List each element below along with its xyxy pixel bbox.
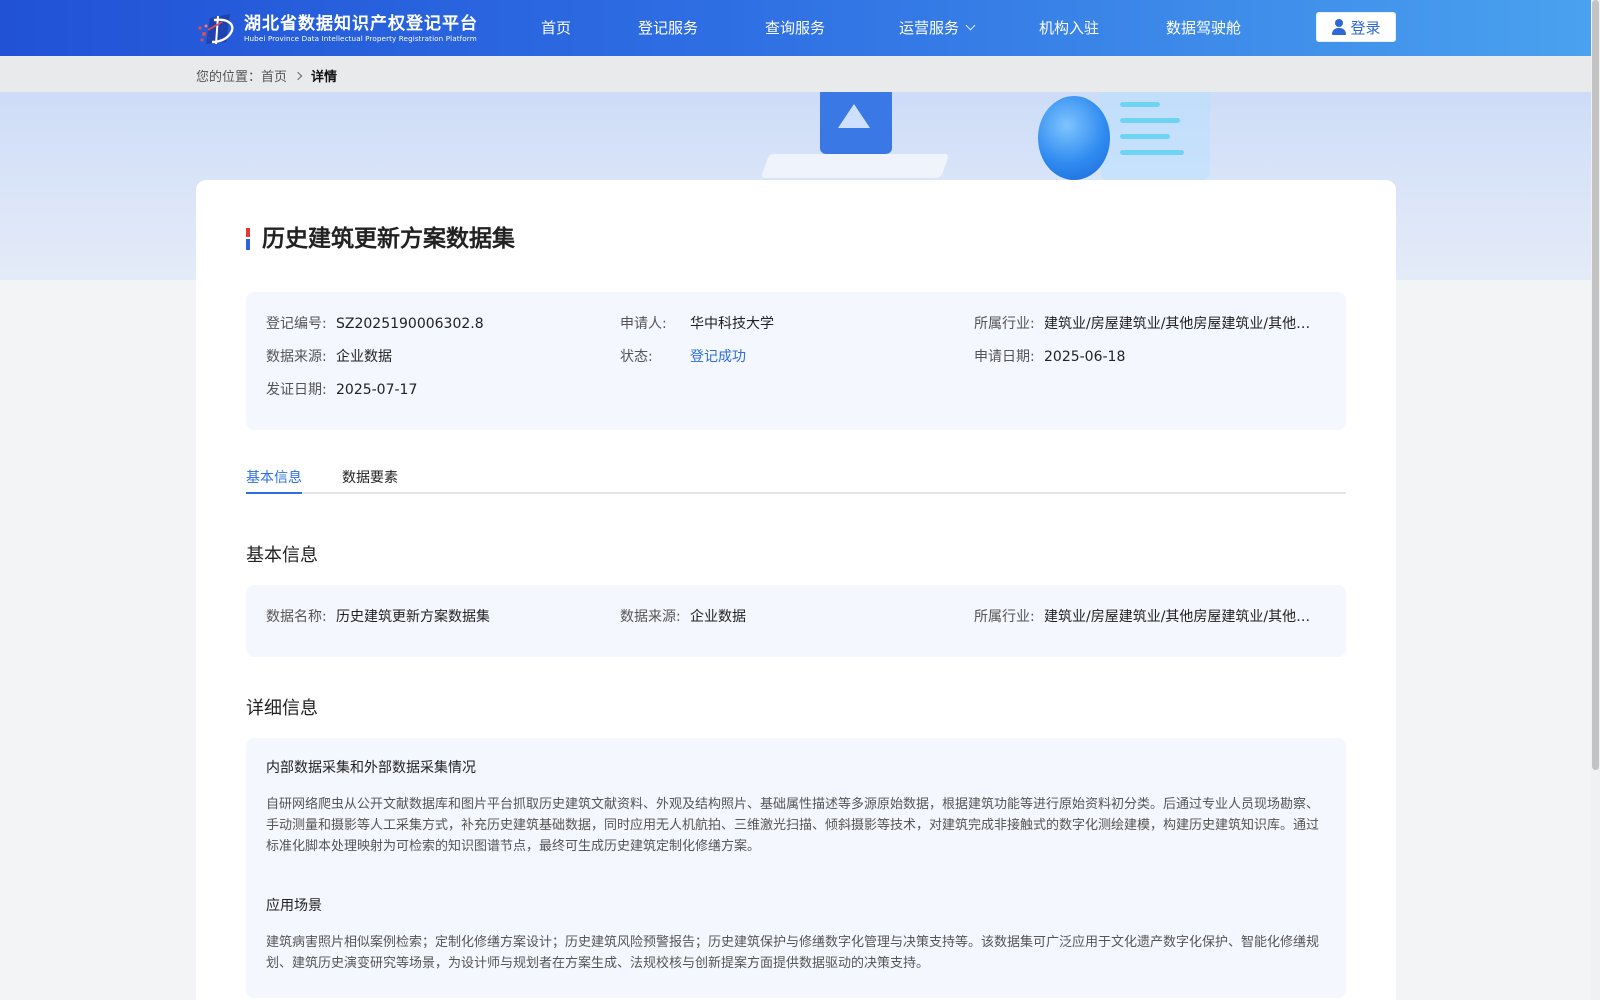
field-reg-no: 登记编号: SZ2025190006302.8 — [266, 314, 484, 334]
login-button[interactable]: 登录 — [1316, 12, 1396, 42]
field-data-source: 数据来源: 企业数据 — [620, 607, 746, 627]
field-label: 状态: — [620, 349, 653, 365]
field-value: 建筑业/房屋建筑业/其他房屋建筑业/其他… — [1044, 609, 1311, 625]
section-title-basic: 基本信息 — [246, 545, 318, 566]
banner-sphere — [1038, 96, 1110, 180]
chevron-down-icon — [965, 20, 976, 31]
field-value: 华中科技大学 — [690, 316, 774, 332]
nav-institution-entry[interactable]: 机构入驻 — [1039, 18, 1099, 38]
tab-data-elements[interactable]: 数据要素 — [342, 468, 398, 488]
banner-decoration — [1100, 92, 1210, 180]
field-label: 所属行业: — [974, 316, 1035, 332]
breadcrumb-prefix: 您的位置： — [196, 70, 262, 85]
nav-data-cockpit[interactable]: 数据驾驶舱 — [1166, 18, 1241, 38]
field-label: 数据来源: — [266, 349, 327, 365]
scrollbar-thumb[interactable] — [1592, 0, 1599, 770]
field-value: 企业数据 — [336, 349, 392, 365]
field-issue-date: 发证日期: 2025-07-17 — [266, 380, 417, 400]
field-label: 申请人: — [620, 316, 667, 332]
breadcrumb-bar: 您的位置： 首页 详情 — [0, 56, 1600, 92]
breadcrumb: 您的位置： 首页 详情 — [196, 66, 337, 85]
collection-text: 自研网络爬虫从公开文献数据库和图片平台抓取历史建筑文献资料、外观及结构照片、基础… — [266, 797, 1320, 854]
tab-bar: 基本信息 数据要素 — [246, 458, 1346, 494]
field-data-industry: 所属行业: 建筑业/房屋建筑业/其他房屋建筑业/其他… — [974, 607, 1324, 627]
image-icon — [820, 92, 892, 154]
scenario-heading: 应用场景 — [266, 898, 322, 914]
login-button-label: 登录 — [1350, 18, 1381, 37]
top-header: 湖北省数据知识产权登记平台 Hubei Province Data Intell… — [0, 0, 1600, 56]
field-value: 2025-06-18 — [1044, 349, 1126, 365]
page-title: 历史建筑更新方案数据集 — [262, 226, 515, 252]
field-label: 数据来源: — [620, 609, 681, 625]
nav-home[interactable]: 首页 — [541, 18, 571, 38]
tab-basic-info[interactable]: 基本信息 — [246, 468, 302, 494]
field-apply-date: 申请日期: 2025-06-18 — [974, 347, 1125, 367]
breadcrumb-current: 详情 — [311, 70, 338, 85]
field-status: 状态: 登记成功 — [620, 347, 746, 367]
field-value: 企业数据 — [690, 609, 746, 625]
nav-operation-service[interactable]: 运营服务 — [899, 18, 976, 38]
field-applicant: 申请人: 华中科技大学 — [620, 314, 774, 334]
field-source: 数据来源: 企业数据 — [266, 347, 392, 367]
nav-operation-service-label: 运营服务 — [899, 19, 960, 37]
field-data-name: 数据名称: 历史建筑更新方案数据集 — [266, 607, 490, 627]
field-value: SZ2025190006302.8 — [336, 316, 484, 332]
field-label: 数据名称: — [266, 609, 327, 625]
summary-panel: 登记编号: SZ2025190006302.8 申请人: 华中科技大学 所属行业… — [246, 292, 1346, 430]
scenario-text: 建筑病害照片相似案例检索；定制化修缮方案设计；历史建筑风险预警报告；历史建筑保护… — [266, 935, 1320, 971]
nav-query-service[interactable]: 查询服务 — [765, 18, 825, 38]
detail-card: 历史建筑更新方案数据集 登记编号: SZ2025190006302.8 申请人:… — [196, 180, 1396, 1000]
field-label: 登记编号: — [266, 316, 327, 332]
collection-heading: 内部数据采集和外部数据采集情况 — [266, 760, 476, 776]
banner-decoration — [760, 154, 950, 178]
field-label: 发证日期: — [266, 382, 327, 398]
title-row: 历史建筑更新方案数据集 — [246, 224, 515, 254]
field-value: 2025-07-17 — [336, 382, 418, 398]
title-marker — [246, 228, 250, 250]
field-industry: 所属行业: 建筑业/房屋建筑业/其他房屋建筑业/其他… — [974, 314, 1324, 334]
user-icon — [1331, 19, 1347, 35]
breadcrumb-home-link[interactable]: 首页 — [261, 66, 287, 85]
chevron-right-icon — [293, 71, 303, 80]
basic-info-panel: 数据名称: 历史建筑更新方案数据集 数据来源: 企业数据 所属行业: 建筑业/房… — [246, 585, 1346, 657]
field-value: 历史建筑更新方案数据集 — [336, 609, 490, 625]
section-title-detail: 详细信息 — [246, 698, 318, 719]
nav-registration-service[interactable]: 登记服务 — [638, 18, 698, 38]
status-badge: 登记成功 — [690, 349, 746, 365]
field-label: 所属行业: — [974, 609, 1035, 625]
detail-info-panel: 内部数据采集和外部数据采集情况 自研网络爬虫从公开文献数据库和图片平台抓取历史建… — [246, 738, 1346, 998]
field-label: 申请日期: — [974, 349, 1035, 365]
field-value: 建筑业/房屋建筑业/其他房屋建筑业/其他… — [1044, 316, 1311, 332]
